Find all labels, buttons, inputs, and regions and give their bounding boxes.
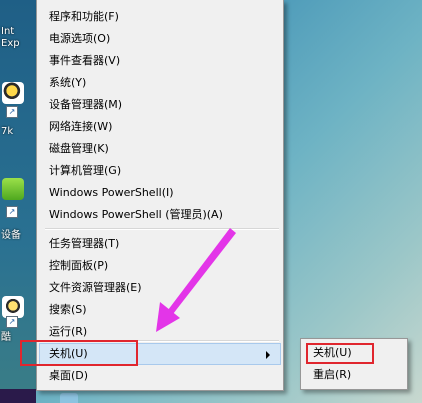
submenu-item-restart[interactable]: 重启(R) — [303, 365, 405, 385]
desktop-app-icon[interactable] — [2, 82, 24, 104]
menu-item-device-manager[interactable]: 设备管理器(M) — [39, 94, 281, 116]
desktop-icon-label-ie-1: Int — [1, 26, 15, 37]
menu-item-computer-management[interactable]: 计算机管理(G) — [39, 160, 281, 182]
menu-item-disk-management[interactable]: 磁盘管理(K) — [39, 138, 281, 160]
shortcut-arrow-icon: ↗ — [6, 316, 18, 328]
red-highlight-box-shutdown — [20, 340, 138, 366]
submenu-arrow-icon — [266, 351, 270, 359]
desktop-app-icon-bird[interactable] — [2, 296, 24, 318]
menu-item-powershell-admin[interactable]: Windows PowerShell (管理员)(A) — [39, 204, 281, 226]
menu-item-search[interactable]: 搜索(S) — [39, 299, 281, 321]
desktop-app-icon-green[interactable] — [2, 178, 24, 200]
taskbar-fragment — [0, 389, 36, 403]
menu-item-network-connections[interactable]: 网络连接(W) — [39, 116, 281, 138]
red-highlight-box-submenu-shutdown — [306, 343, 374, 364]
menu-item-file-explorer[interactable]: 文件资源管理器(E) — [39, 277, 281, 299]
desktop-icon-label-ie-2: Exp — [1, 38, 20, 49]
menu-item-desktop[interactable]: 桌面(D) — [39, 365, 281, 387]
menu-item-event-viewer[interactable]: 事件查看器(V) — [39, 50, 281, 72]
menu-item-powershell[interactable]: Windows PowerShell(I) — [39, 182, 281, 204]
menu-item-task-manager[interactable]: 任务管理器(T) — [39, 233, 281, 255]
menu-item-system[interactable]: 系统(Y) — [39, 72, 281, 94]
desktop-icon-label-ku: 酷 — [1, 332, 11, 343]
menu-item-programs-features[interactable]: 程序和功能(F) — [39, 6, 281, 28]
desktop-icon-label-7k: 7k — [1, 126, 14, 137]
menu-separator — [45, 228, 279, 230]
taskbar-button-fragment[interactable] — [60, 393, 78, 403]
winx-context-menu: 程序和功能(F) 电源选项(O) 事件查看器(V) 系统(Y) 设备管理器(M)… — [36, 0, 284, 391]
shortcut-arrow-icon: ↗ — [6, 106, 18, 118]
desktop-icon-label-device: 设备 — [1, 230, 21, 241]
menu-item-control-panel[interactable]: 控制面板(P) — [39, 255, 281, 277]
menu-item-power-options[interactable]: 电源选项(O) — [39, 28, 281, 50]
shortcut-arrow-icon: ↗ — [6, 206, 18, 218]
